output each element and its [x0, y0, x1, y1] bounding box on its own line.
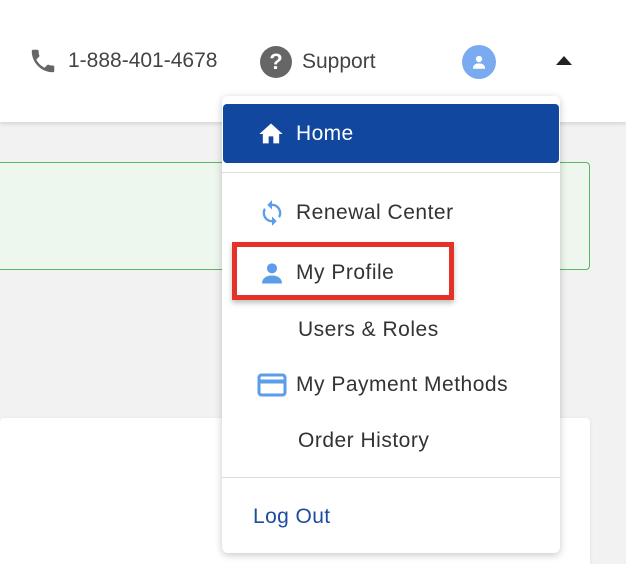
menu-item-label: Renewal Center: [296, 201, 454, 224]
menu-item-home-label: Home: [296, 121, 354, 145]
caret-up-icon[interactable]: [556, 56, 572, 65]
menu-item-payment-methods[interactable]: My Payment Methods: [222, 367, 560, 403]
person-icon: [473, 55, 485, 69]
credit-card-icon: [256, 369, 288, 401]
menu-item-home[interactable]: Home: [223, 104, 559, 163]
phone-icon: [31, 49, 55, 73]
user-avatar[interactable]: [462, 45, 496, 79]
menu-item-renewal-center[interactable]: Renewal Center: [222, 195, 560, 231]
menu-item-users-roles[interactable]: Users & Roles: [222, 312, 560, 348]
menu-item-label: My Payment Methods: [296, 373, 509, 396]
person-icon: [256, 257, 288, 289]
phone-contact[interactable]: 1-888-401-4678: [28, 46, 217, 76]
support-label: Support: [302, 50, 376, 73]
support-link[interactable]: ? Support: [260, 46, 376, 78]
menu-item-label: My Profile: [296, 261, 395, 284]
menu-item-my-profile[interactable]: My Profile: [222, 255, 560, 291]
question-icon: ?: [260, 46, 292, 78]
phone-number: 1-888-401-4678: [68, 49, 218, 72]
menu-item-label: Users & Roles: [298, 318, 439, 341]
logout-link[interactable]: Log Out: [253, 505, 331, 529]
menu-item-order-history[interactable]: Order History: [222, 423, 560, 459]
menu-divider: [222, 477, 560, 478]
menu-item-label: Order History: [298, 429, 430, 452]
account-dropdown-menu: Home Renewal Center My Profile Users & R…: [222, 96, 560, 553]
menu-divider: [222, 172, 560, 173]
home-icon: [259, 123, 283, 143]
refresh-icon: [256, 197, 288, 229]
